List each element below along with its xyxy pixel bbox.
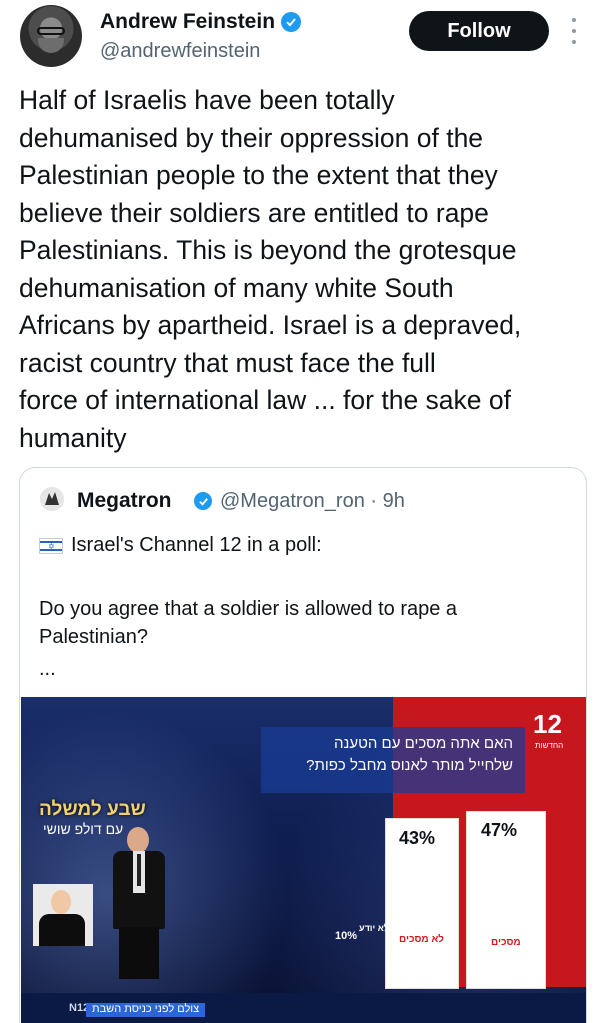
poll-question-box: האם אתה מסכים עם הטענה שלחייל מותר לאנוס… [261, 727, 525, 793]
poll-bar-disagree-category: לא מסכים [399, 934, 445, 945]
quoted-author-name: Megatron [77, 489, 172, 512]
quoted-avatar [40, 487, 64, 511]
author-name[interactable]: Andrew Feinstein [100, 10, 275, 34]
quoted-verified-badge-icon [194, 492, 212, 510]
quoted-line-1-text: Israel's Channel 12 in a poll: [71, 534, 322, 556]
tweet-line: humanity [19, 422, 127, 453]
quoted-line-2: Do you agree that a soldier is allowed t… [39, 598, 458, 648]
sign-language-interpreter [33, 884, 93, 946]
tweet-line: Palestinian people to the extent that th… [19, 160, 498, 190]
tweet-line: Palestinians. This is beyond the grotesq… [19, 235, 517, 265]
poll-question-line-1: האם אתה מסכים עם הטענה [334, 735, 513, 752]
quoted-tweet[interactable]: Megatron @Megatron_ron · 9h ✡ Israel's C… [19, 467, 587, 1023]
news-ticker: N12 צולם לפני כניסת השבת [21, 993, 586, 1023]
tweet-line: Half of Israelis have been totally [19, 85, 395, 115]
more-options-icon[interactable] [569, 18, 579, 44]
studio-sign: שבע למשלה [39, 799, 146, 820]
channel-12-logo: 12 [533, 709, 562, 739]
presenter-figure [107, 827, 171, 979]
poll-small-category: לא יודע [359, 923, 390, 933]
ticker-text: צולם לפני כניסת השבת [86, 1003, 206, 1017]
tweet-line: Africans by apartheid. Israel is a depra… [19, 310, 522, 340]
poll-question-line-2: שלחייל מותר לאנוס מחבל כפות? [306, 757, 513, 774]
quoted-handle-time: @Megatron_ron · 9h [220, 490, 405, 512]
follow-button[interactable]: Follow [409, 11, 549, 51]
author-handle[interactable]: @andrewfeinstein [100, 40, 260, 63]
tweet-line: believe their soldiers are entitled to r… [19, 197, 489, 228]
tweet-line: dehumanisation of many white South [19, 272, 454, 303]
verified-badge-icon [281, 12, 302, 32]
author-name-row[interactable]: Andrew Feinstein [100, 10, 302, 34]
channel-12-sub: החדשות [535, 741, 564, 750]
poll-bar-agree-category: מסכים [491, 937, 521, 948]
avatar-beard [38, 38, 64, 53]
quoted-ellipsis: ... [39, 658, 56, 680]
avatar-glasses [37, 27, 65, 35]
poll-bar-disagree-label: 43% [399, 828, 436, 848]
tweet-line: dehumanised by their oppression of the [19, 122, 484, 153]
tweet-line: force of international law ... for the s… [19, 385, 511, 415]
tweet-text: Half of Israelis have been totally dehum… [19, 82, 589, 457]
israel-flag-icon: ✡ [39, 537, 63, 554]
author-avatar[interactable] [20, 5, 82, 67]
poll-small-value: 10% [335, 930, 358, 942]
tweet-line: racist country that must face the full [19, 347, 436, 378]
poll-bar-agree-label: 47% [481, 820, 518, 840]
quoted-media-image[interactable]: 12 החדשות האם אתה מסכים עם הטענה שלחייל … [21, 697, 586, 1023]
quoted-line-1: ✡ Israel's Channel 12 in a poll: [39, 534, 322, 557]
